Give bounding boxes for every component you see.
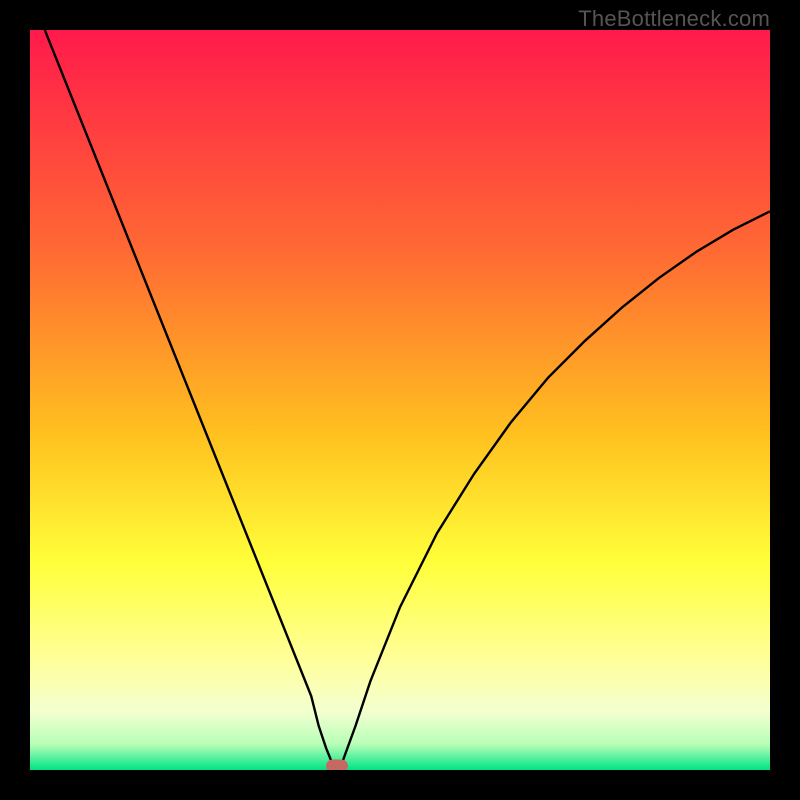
- plot-area: [30, 30, 770, 770]
- bottleneck-curve: [30, 30, 770, 770]
- minimum-marker: [326, 760, 348, 771]
- chart-frame: TheBottleneck.com: [0, 0, 800, 800]
- curve-path: [45, 30, 770, 768]
- watermark-text: TheBottleneck.com: [578, 6, 770, 32]
